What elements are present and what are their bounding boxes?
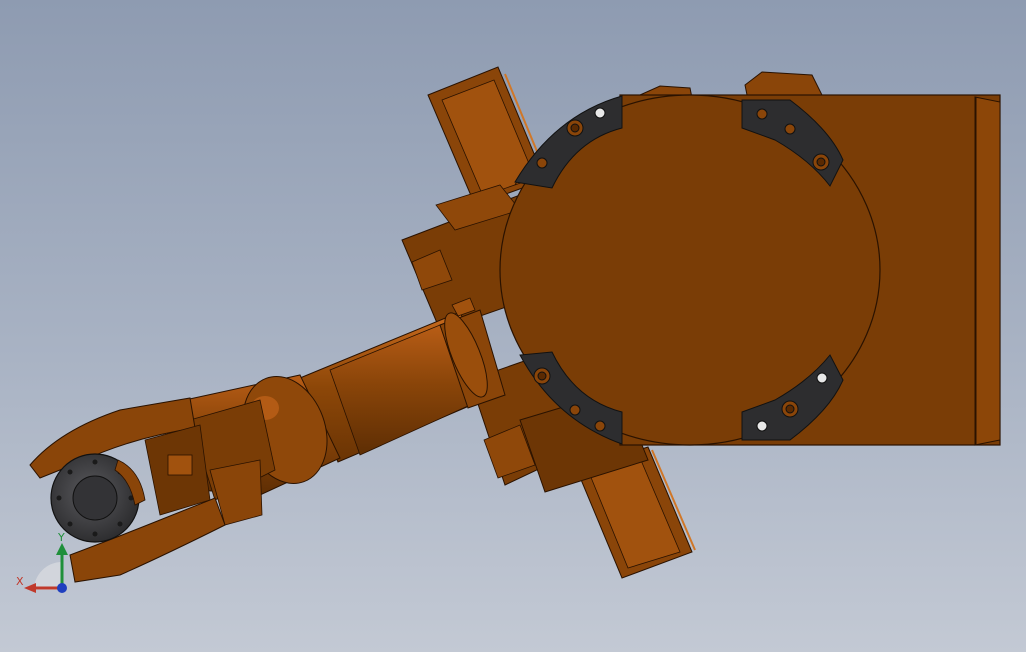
x-axis-label: X [16, 575, 24, 588]
tool-flange [50, 453, 146, 543]
upper-arm [299, 297, 506, 463]
z-axis-icon [57, 583, 67, 593]
axis-triad [24, 543, 68, 593]
cad-viewport[interactable]: X Y [0, 0, 1026, 652]
robot-model[interactable] [0, 0, 1026, 652]
y-axis-label: Y [58, 531, 65, 544]
